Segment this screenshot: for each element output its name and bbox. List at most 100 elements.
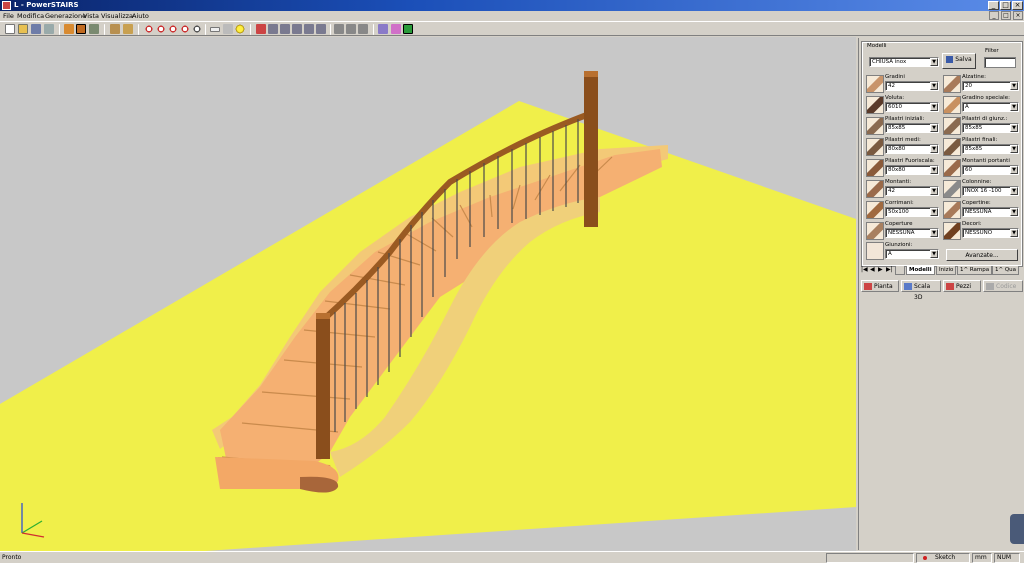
last-tab-icon[interactable]: ▶| [886, 266, 893, 273]
view-top-icon[interactable] [304, 24, 314, 34]
render-icon[interactable] [378, 24, 388, 34]
orbit-icon[interactable] [358, 24, 368, 34]
measure-icon[interactable] [210, 27, 220, 32]
save-icon[interactable] [31, 24, 41, 34]
zoom-extents-icon[interactable] [180, 24, 190, 34]
pan-icon[interactable] [192, 24, 202, 34]
field-6-select[interactable]: 80x80 ▼ [885, 144, 939, 154]
field-6-thumbnail[interactable] [866, 138, 884, 156]
modelli-select[interactable]: CHIUSA inox ▼ [869, 57, 939, 67]
field-11-thumbnail[interactable] [943, 180, 961, 198]
field-4-thumbnail[interactable] [866, 117, 884, 135]
maximize-button[interactable]: □ [1000, 1, 1011, 10]
giunzioni-thumbnail[interactable] [866, 242, 884, 260]
field-13-select[interactable]: NESSUNA ▼ [962, 207, 1019, 217]
view-front-icon[interactable] [256, 24, 266, 34]
tab-pianta[interactable]: Pianta [861, 280, 899, 292]
field-0-select[interactable]: 42 ▼ [885, 81, 939, 91]
giunzioni-select[interactable]: A ▼ [885, 249, 939, 259]
field-14-value: NESSUNA [888, 230, 915, 236]
cut-icon[interactable] [110, 24, 120, 34]
field-1-thumbnail[interactable] [943, 75, 961, 93]
3d-viewport[interactable] [0, 37, 856, 551]
tab-blank[interactable] [895, 266, 905, 275]
zoom-in-icon[interactable] [144, 24, 154, 34]
link-icon[interactable] [346, 24, 356, 34]
field-5-thumbnail[interactable] [943, 117, 961, 135]
tab-prima-rampa[interactable]: 1^ Rampa [957, 266, 993, 275]
query-icon[interactable] [223, 24, 233, 34]
field-9-select[interactable]: 60 ▼ [962, 165, 1019, 175]
field-1-select[interactable]: 20 ▼ [962, 81, 1019, 91]
field-8-select[interactable]: 80x80 ▼ [885, 165, 939, 175]
field-10-select[interactable]: 42 ▼ [885, 186, 939, 196]
view-right-icon[interactable] [292, 24, 302, 34]
menu-modifica[interactable]: Modifica [17, 11, 44, 21]
field-12-select[interactable]: 50x100 ▼ [885, 207, 939, 217]
light-bulb-icon[interactable] [235, 24, 245, 34]
avanzate-button[interactable]: Avanzate... [946, 249, 1018, 261]
stair-icon[interactable] [64, 24, 74, 34]
shaded-view-icon[interactable] [403, 24, 413, 34]
mdi-close-button[interactable]: × [1013, 11, 1023, 20]
menu-file[interactable]: File [3, 11, 14, 21]
field-0-thumbnail[interactable] [866, 75, 884, 93]
field-12-thumbnail[interactable] [866, 201, 884, 219]
pencil-icon[interactable] [76, 24, 86, 34]
chevron-down-icon: ▼ [930, 208, 938, 216]
view-left-icon[interactable] [280, 24, 290, 34]
field-10-thumbnail[interactable] [866, 180, 884, 198]
field-14-select[interactable]: NESSUNA ▼ [885, 228, 939, 238]
menu-vista[interactable]: Vista [83, 11, 99, 21]
next-tab-icon[interactable]: ▶ [878, 266, 883, 273]
side-dock-handle[interactable] [1010, 514, 1024, 544]
tab-modelli[interactable]: Modelli [906, 266, 935, 275]
tab-inizio[interactable]: Inizio [936, 266, 957, 275]
prev-tab-icon[interactable]: ◀ [870, 266, 875, 273]
zoom-window-icon[interactable] [168, 24, 178, 34]
filter-input[interactable] [984, 57, 1016, 68]
layers-icon[interactable] [89, 24, 99, 34]
salva-button[interactable]: Salva [942, 53, 976, 69]
print-icon[interactable] [44, 24, 54, 34]
mdi-minimize-button[interactable]: _ [989, 11, 999, 20]
material-icon[interactable] [391, 24, 401, 34]
minimize-button[interactable]: _ [988, 1, 999, 10]
field-8-thumbnail[interactable] [866, 159, 884, 177]
field-7-thumbnail[interactable] [943, 138, 961, 156]
field-2-thumbnail[interactable] [866, 96, 884, 114]
field-3-thumbnail[interactable] [943, 96, 961, 114]
field-15-select[interactable]: NESSUNO ▼ [962, 228, 1019, 238]
field-4-select[interactable]: 85x85 ▼ [885, 123, 939, 133]
field-2-select[interactable]: 6010 ▼ [885, 102, 939, 112]
tab-scala-3d[interactable]: Scala 3D [901, 280, 941, 301]
menu-visualizza[interactable]: Visualizza [101, 11, 133, 21]
view-back-icon[interactable] [268, 24, 278, 34]
field-14-thumbnail[interactable] [866, 222, 884, 240]
field-9-thumbnail[interactable] [943, 159, 961, 177]
view-bottom-icon[interactable] [316, 24, 326, 34]
tab-primo-quarto[interactable]: 1^ Qua [992, 266, 1020, 275]
panel-tabs: |◀ ◀ ▶ ▶| Modelli Inizio 1^ Rampa 1^ Qua [859, 265, 1024, 275]
field-13-thumbnail[interactable] [943, 201, 961, 219]
chevron-down-icon: ▼ [930, 166, 938, 174]
menu-generazione[interactable]: Generazione [45, 11, 86, 21]
close-button[interactable]: × [1012, 1, 1023, 10]
field-5-select[interactable]: 85x85 ▼ [962, 123, 1019, 133]
view-tabs: Pianta Scala 3D Pezzi Codice [859, 280, 1024, 301]
paste-icon[interactable] [123, 24, 133, 34]
field-15-thumbnail[interactable] [943, 222, 961, 240]
first-tab-icon[interactable]: |◀ [861, 266, 868, 273]
tab-codice[interactable]: Codice [983, 280, 1023, 292]
field-11-select[interactable]: INOX 16 -100 ▼ [962, 186, 1019, 196]
open-folder-icon[interactable] [18, 24, 28, 34]
new-file-icon[interactable] [5, 24, 15, 34]
filter-label: Filter [985, 48, 999, 54]
menu-aiuto[interactable]: Aiuto [132, 11, 149, 21]
rotate-icon[interactable] [334, 24, 344, 34]
field-3-select[interactable]: A ▼ [962, 102, 1019, 112]
zoom-out-icon[interactable] [156, 24, 166, 34]
field-7-select[interactable]: 85x85 ▼ [962, 144, 1019, 154]
mdi-restore-button[interactable]: □ [1001, 11, 1011, 20]
tab-pezzi[interactable]: Pezzi [943, 280, 981, 292]
